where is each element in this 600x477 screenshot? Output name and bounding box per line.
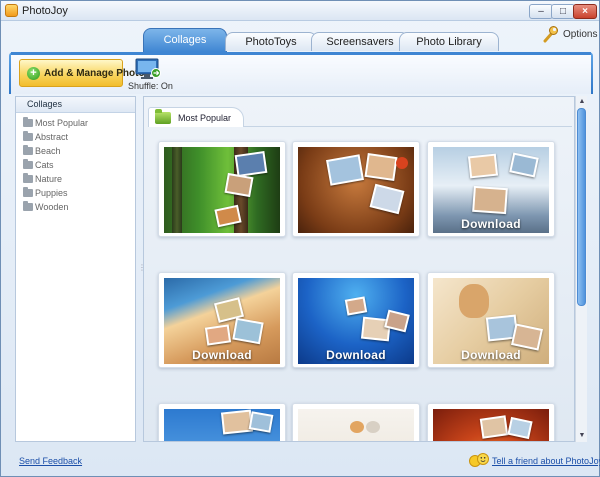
sidebar-header: Collages bbox=[16, 97, 135, 113]
close-button[interactable]: × bbox=[573, 4, 597, 19]
download-overlay: Download bbox=[326, 348, 386, 362]
collage-preview bbox=[164, 409, 280, 441]
sidebar-item-label: Nature bbox=[35, 174, 63, 184]
tab-label: PhotoToys bbox=[245, 36, 297, 48]
tab-phototoys[interactable]: PhotoToys bbox=[225, 32, 317, 51]
collage-thumbnail-underwater[interactable]: Download bbox=[292, 272, 420, 368]
collage-thumbnail-abstract[interactable] bbox=[427, 403, 555, 441]
collage-category-sidebar: Collages Most Popular Abstract Beach Cat… bbox=[15, 96, 136, 442]
sidebar-item-label: Beach bbox=[35, 146, 61, 156]
collage-thumbnail-blue-sky[interactable] bbox=[158, 403, 286, 441]
tell-a-friend-link[interactable]: Tell a friend about PhotoJoy bbox=[492, 456, 600, 466]
panel-splitter[interactable]: ⋮ bbox=[138, 263, 146, 273]
footer-bar: Send Feedback Tell a friend about PhotoJ… bbox=[1, 451, 600, 477]
folder-icon bbox=[23, 201, 33, 211]
collage-preview bbox=[164, 147, 280, 233]
options-label: Options bbox=[563, 29, 598, 40]
gallery-scrollbar[interactable]: ▲ ▼ bbox=[575, 96, 587, 442]
collage-preview: Download bbox=[433, 147, 549, 233]
app-window: PhotoJoy – □ × Collages PhotoToys Screen… bbox=[0, 0, 600, 477]
send-feedback-link[interactable]: Send Feedback bbox=[19, 456, 82, 466]
section-title: Most Popular bbox=[178, 113, 232, 123]
sidebar-item-label: Puppies bbox=[35, 188, 68, 198]
sidebar-item-nature[interactable]: Nature bbox=[21, 173, 131, 186]
sidebar-item-most-popular[interactable]: Most Popular bbox=[21, 117, 131, 130]
folder-icon bbox=[23, 173, 33, 183]
collage-thumbnail-beach[interactable]: Download bbox=[158, 272, 286, 368]
folder-icon bbox=[23, 117, 33, 127]
folder-icon bbox=[23, 145, 33, 155]
smiley-faces-icon bbox=[469, 453, 489, 467]
minimize-button[interactable]: – bbox=[529, 4, 553, 19]
sidebar-item-beach[interactable]: Beach bbox=[21, 145, 131, 158]
maximize-button[interactable]: □ bbox=[551, 4, 575, 19]
collage-preview bbox=[298, 147, 414, 233]
green-folder-icon bbox=[155, 109, 171, 124]
collage-preview bbox=[433, 409, 549, 441]
sidebar-item-label: Wooden bbox=[35, 202, 69, 212]
collage-thumbnail-clouds[interactable]: Download bbox=[427, 141, 555, 237]
scroll-up-arrow-icon[interactable]: ▲ bbox=[577, 97, 587, 107]
folder-icon bbox=[23, 159, 33, 169]
sidebar-item-abstract[interactable]: Abstract bbox=[21, 131, 131, 144]
sidebar-item-cats[interactable]: Cats bbox=[21, 159, 131, 172]
tab-label: Screensavers bbox=[326, 36, 394, 48]
sidebar-item-puppies[interactable]: Puppies bbox=[21, 187, 131, 200]
sidebar-item-wooden[interactable]: Wooden bbox=[21, 201, 131, 214]
folder-icon bbox=[23, 131, 33, 141]
collage-thumbnail-forest[interactable] bbox=[158, 141, 286, 237]
sidebar-item-label: Cats bbox=[35, 160, 54, 170]
options-button[interactable]: Options bbox=[542, 25, 598, 45]
tab-photo-library[interactable]: Photo Library bbox=[399, 32, 499, 51]
shuffle-status[interactable]: Shuffle: On bbox=[128, 81, 173, 91]
add-manage-photos-button[interactable]: + Add & Manage Photos bbox=[19, 59, 150, 87]
section-header: Most Popular bbox=[148, 107, 244, 127]
sidebar-item-label: Most Popular bbox=[35, 118, 89, 128]
download-overlay: Download bbox=[461, 217, 521, 231]
folder-icon bbox=[23, 187, 33, 197]
tab-label: Collages bbox=[163, 34, 207, 46]
scroll-down-arrow-icon[interactable]: ▼ bbox=[577, 431, 587, 441]
collage-preview: Download bbox=[433, 278, 549, 364]
monitor-shuffle-icon[interactable] bbox=[135, 58, 161, 80]
scrollbar-thumb[interactable] bbox=[577, 108, 586, 306]
collage-preview bbox=[298, 409, 414, 441]
collage-thumbnail-puppies[interactable]: Download bbox=[427, 272, 555, 368]
collage-gallery: Most Popular Download Download Download … bbox=[143, 96, 575, 442]
collage-thumbnail-wooden[interactable] bbox=[292, 141, 420, 237]
download-overlay: Download bbox=[192, 348, 252, 362]
tab-collages[interactable]: Collages bbox=[143, 28, 227, 52]
photojoy-app-icon bbox=[5, 4, 18, 17]
download-overlay: Download bbox=[461, 348, 521, 362]
collage-thumbnail-cats[interactable] bbox=[292, 403, 420, 441]
collage-preview: Download bbox=[298, 278, 414, 364]
tab-screensavers[interactable]: Screensavers bbox=[311, 32, 409, 51]
tab-label: Photo Library bbox=[416, 36, 482, 48]
plus-icon: + bbox=[27, 67, 40, 80]
window-title: PhotoJoy bbox=[22, 5, 68, 17]
collage-preview: Download bbox=[164, 278, 280, 364]
sidebar-item-label: Abstract bbox=[35, 132, 69, 142]
title-bar: PhotoJoy – □ × bbox=[1, 1, 599, 21]
wrench-icon bbox=[543, 26, 558, 43]
